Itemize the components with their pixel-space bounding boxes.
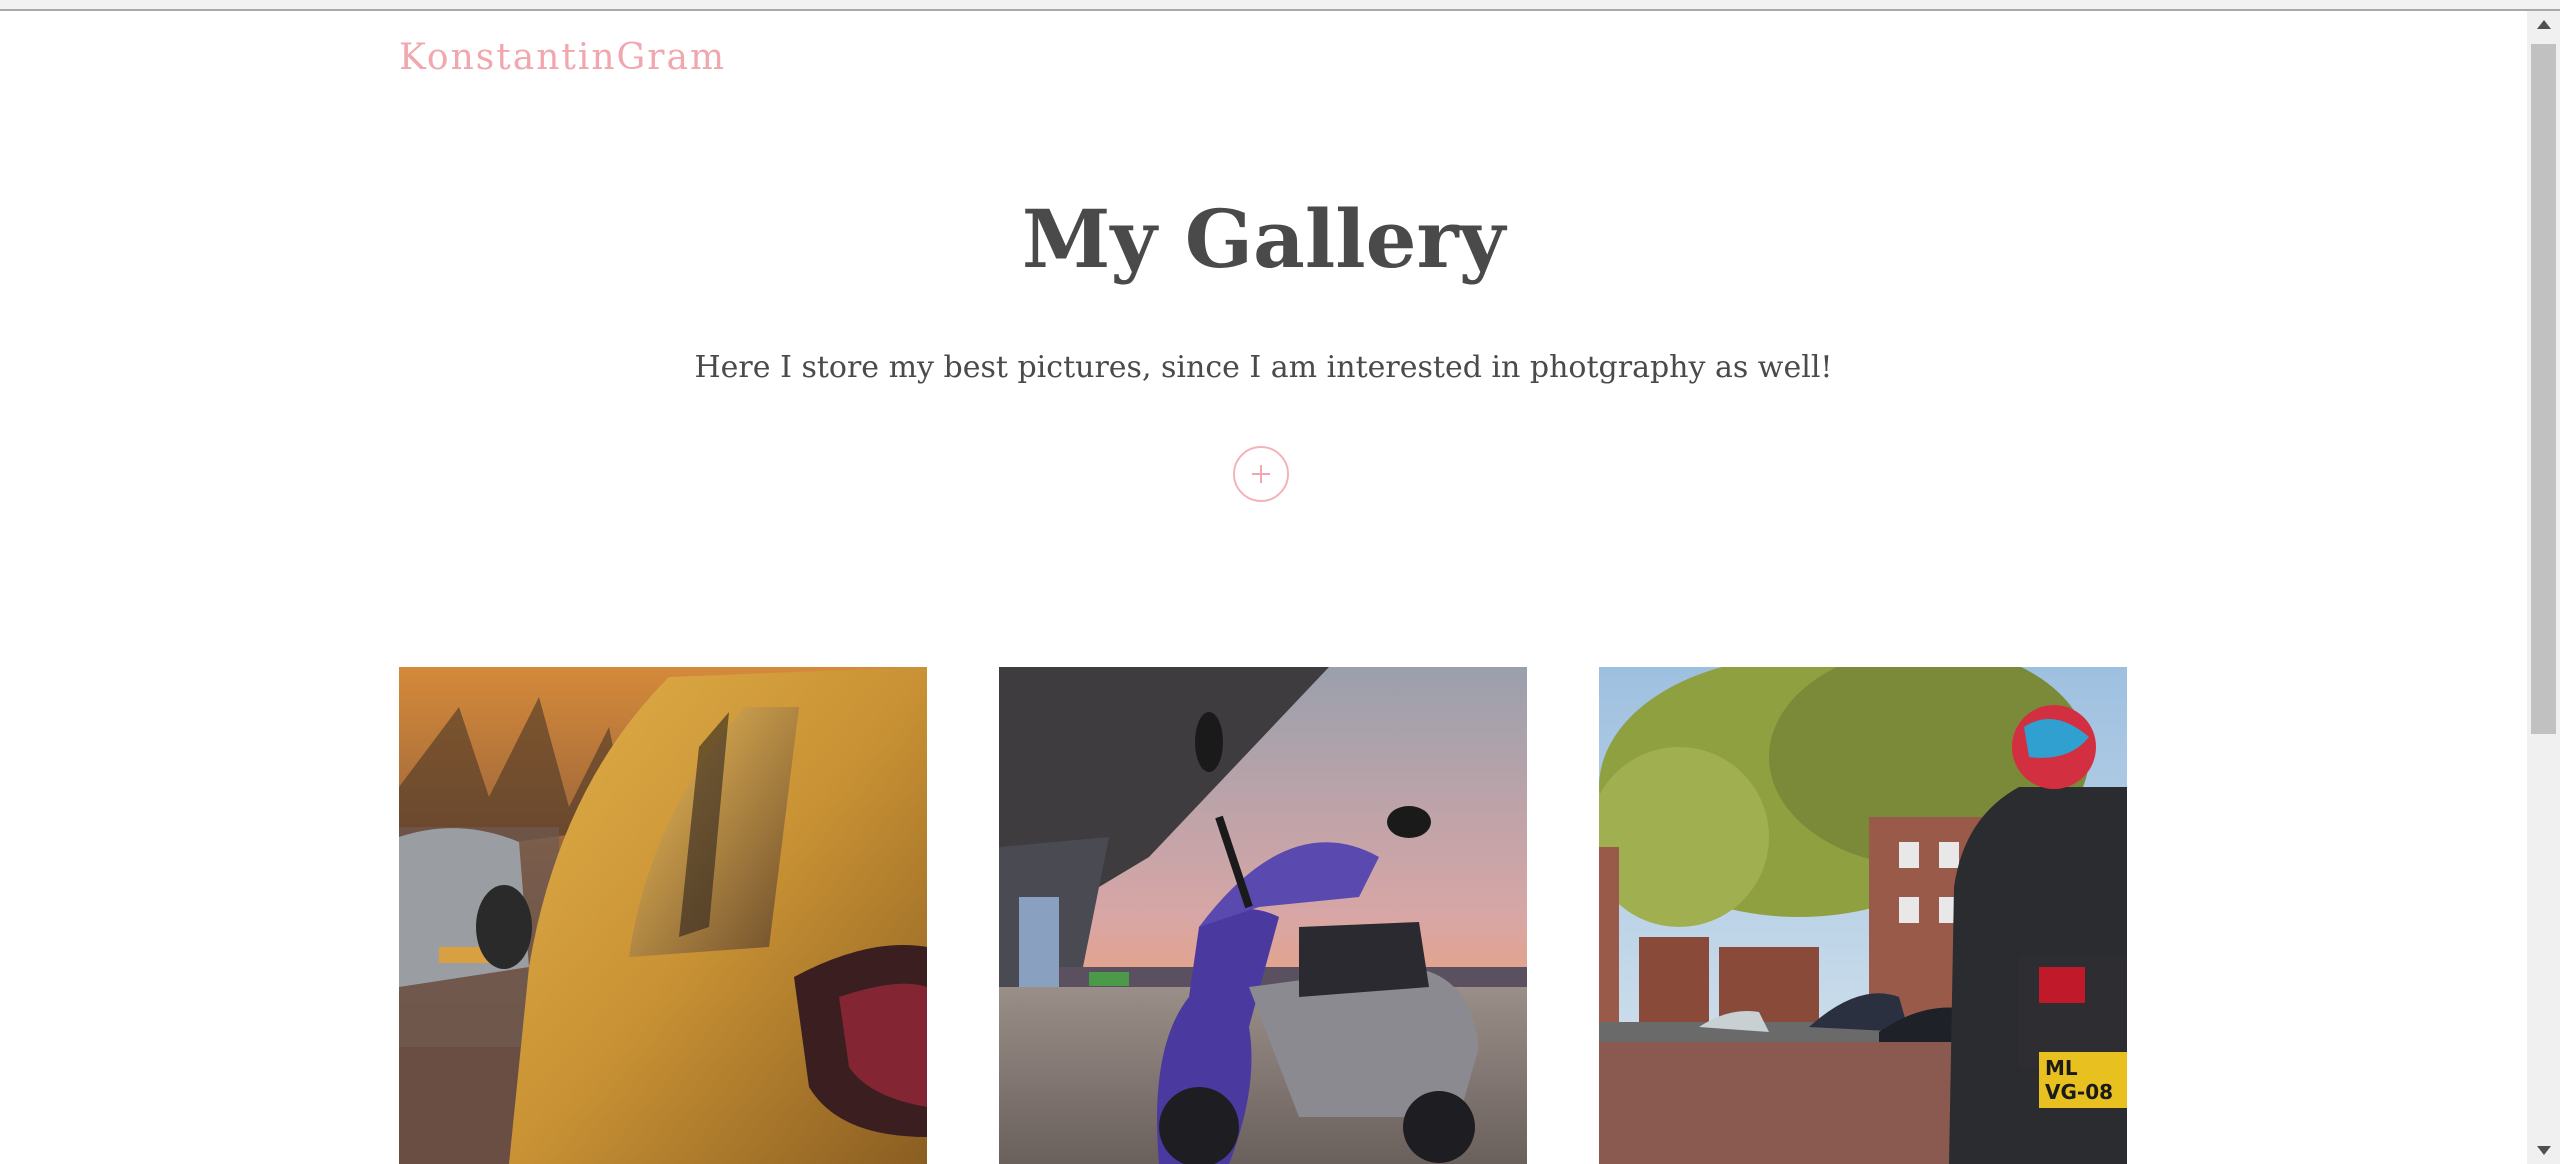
scroll-up-arrow-icon[interactable] (2537, 20, 2551, 29)
vertical-scrollbar[interactable] (2527, 11, 2560, 1164)
scrollbar-thumb[interactable] (2531, 44, 2556, 734)
scroll-down-arrow-icon[interactable] (2537, 1146, 2551, 1155)
svg-text:ML: ML (2045, 1056, 2078, 1080)
svg-text:VG-08: VG-08 (2045, 1080, 2113, 1104)
gallery-photo-scooter[interactable] (999, 667, 1527, 1164)
brand-logo-link[interactable]: KonstantinGram (399, 37, 726, 78)
page-subtitle: Here I store my best pictures, since I a… (694, 350, 1833, 385)
page-content: KonstantinGram My Gallery Here I store m… (0, 11, 2527, 1164)
add-photo-button[interactable] (1233, 446, 1289, 502)
motorcyclist-photo-image: ML VG-08 (1599, 667, 2127, 1164)
gallery-photo-motorcyclist[interactable]: ML VG-08 (1599, 667, 2127, 1164)
gallery-photo-car[interactable] (399, 667, 927, 1164)
car-photo-image (399, 667, 927, 1164)
scooter-photo-image (999, 667, 1527, 1164)
page-title: My Gallery (1021, 192, 1506, 286)
browser-top-edge (0, 0, 2560, 11)
